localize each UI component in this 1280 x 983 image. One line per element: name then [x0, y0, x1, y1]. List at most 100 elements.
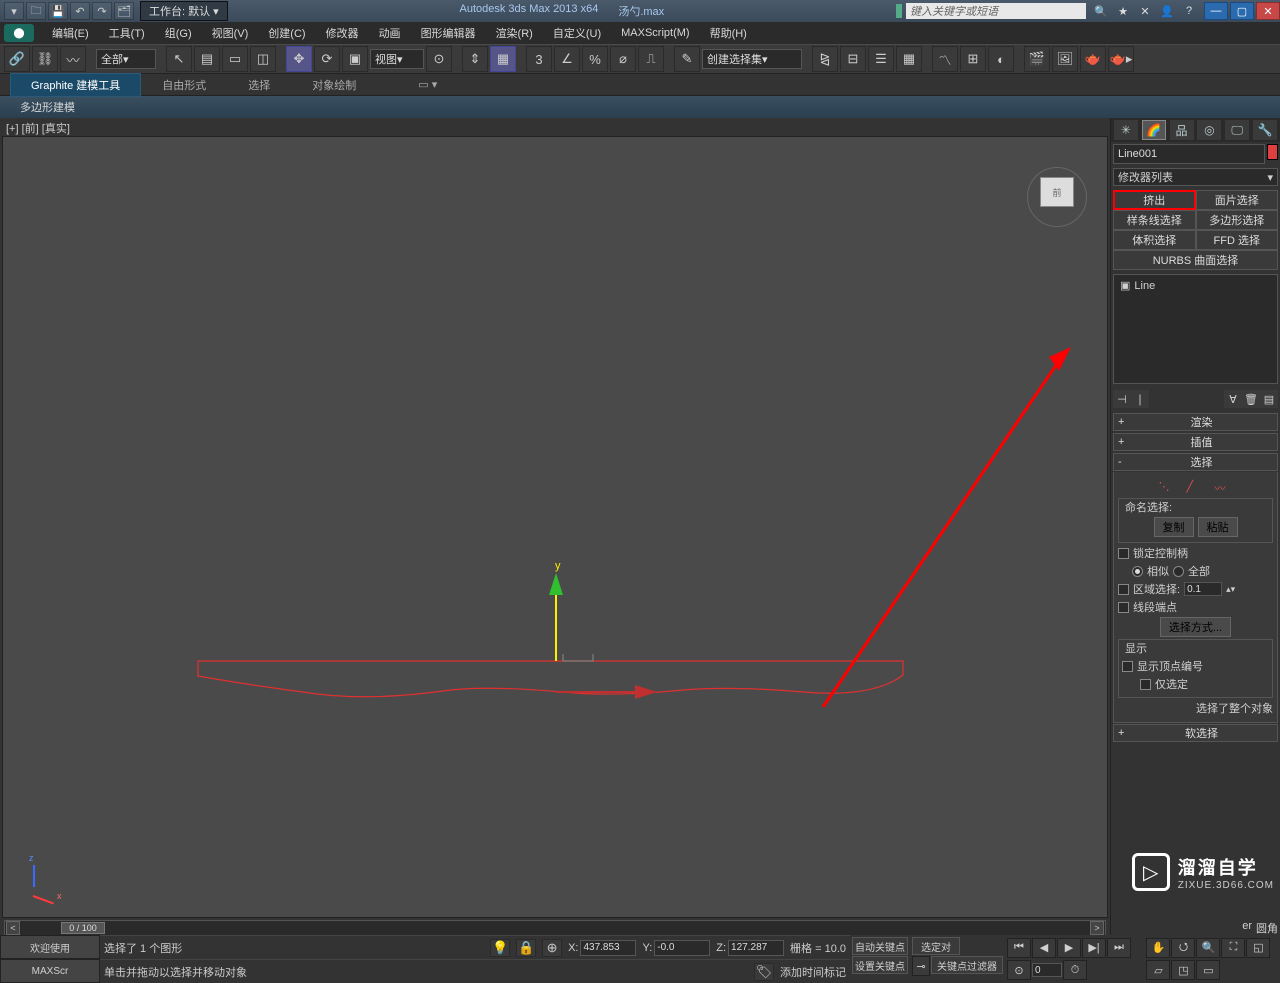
- autokey-button[interactable]: 自动关键点: [852, 937, 908, 955]
- project-icon[interactable]: 🗂: [114, 2, 134, 20]
- save-file-icon[interactable]: 💾: [48, 2, 68, 20]
- app-menu-icon[interactable]: ⬤: [4, 24, 34, 42]
- menu-grapheditor[interactable]: 图形编辑器: [411, 23, 486, 43]
- next-frame-icon[interactable]: ▶|: [1082, 938, 1106, 958]
- close-button[interactable]: ✕: [1256, 2, 1280, 20]
- rotate-icon[interactable]: ⟳: [314, 46, 340, 72]
- unlink-icon[interactable]: ⛓: [32, 46, 58, 72]
- signin-icon[interactable]: 👤: [1158, 3, 1176, 19]
- mirror-icon[interactable]: ⧎: [812, 46, 838, 72]
- viewport[interactable]: y 前 z x: [2, 136, 1108, 918]
- frame-input[interactable]: [1032, 963, 1062, 977]
- make-unique-icon[interactable]: ∀: [1224, 390, 1242, 408]
- add-marker-text[interactable]: 添加时间标记: [780, 964, 846, 980]
- menu-create[interactable]: 创建(C): [258, 23, 315, 43]
- tab-freeform[interactable]: 自由形式: [141, 73, 227, 97]
- named-selection-sets-dropdown[interactable]: 创建选择集 ▾: [702, 49, 802, 69]
- ref-coord-dropdown[interactable]: 视图 ▾: [370, 49, 424, 69]
- rollout-render[interactable]: +渲染: [1113, 413, 1278, 431]
- vertex-subobj-icon[interactable]: ⋱: [1159, 480, 1177, 494]
- search-input[interactable]: 键入关键字或短语: [906, 3, 1086, 19]
- rollout-softsel[interactable]: +软选择: [1113, 724, 1278, 742]
- tab-modify-icon[interactable]: 🌈: [1142, 120, 1166, 140]
- coord-y-input[interactable]: [654, 940, 710, 956]
- undo-icon[interactable]: ↶: [70, 2, 90, 20]
- keyboard-shortcut-icon[interactable]: ▦: [490, 46, 516, 72]
- show-vertnum-checkbox[interactable]: [1122, 661, 1133, 672]
- goto-end-icon[interactable]: ⏭: [1107, 938, 1131, 958]
- object-color-swatch[interactable]: [1267, 144, 1278, 160]
- ribbon-sub-polymodel[interactable]: 多边形建模: [10, 97, 85, 117]
- modifier-polysel-button[interactable]: 多边形选择: [1196, 210, 1279, 230]
- key-mode-icon[interactable]: ⊙: [1007, 960, 1031, 980]
- fov-icon[interactable]: ▱: [1146, 960, 1170, 980]
- select-name-icon[interactable]: ▤: [194, 46, 220, 72]
- redo-icon[interactable]: ↷: [92, 2, 112, 20]
- menu-animation[interactable]: 动画: [369, 23, 411, 43]
- object-name-input[interactable]: [1113, 144, 1265, 164]
- configure-sets-icon[interactable]: ▤: [1260, 390, 1278, 408]
- zoom-icon[interactable]: 🔍: [1196, 938, 1220, 958]
- similar-radio[interactable]: [1132, 566, 1143, 577]
- tab-graphite[interactable]: Graphite 建模工具: [10, 73, 141, 97]
- abs-rel-icon[interactable]: ⊕: [542, 939, 562, 957]
- render-last-icon[interactable]: 🫖▸: [1108, 46, 1134, 72]
- modifier-stack[interactable]: ▣ Line: [1113, 274, 1278, 384]
- maxscript-listener[interactable]: MAXScr: [0, 959, 100, 983]
- modifier-extrude-button[interactable]: 挤出: [1113, 190, 1196, 210]
- area-select-checkbox[interactable]: [1118, 584, 1129, 595]
- manip-icon[interactable]: ⇕: [462, 46, 488, 72]
- selected-obj-button[interactable]: 选定对: [912, 937, 960, 955]
- max-toggle-icon[interactable]: ◳: [1171, 960, 1195, 980]
- tab-create-icon[interactable]: ✳: [1114, 120, 1138, 140]
- tab-hierarchy-icon[interactable]: 品: [1170, 120, 1194, 140]
- welcome-button[interactable]: 欢迎使用: [0, 935, 100, 959]
- rect-select-icon[interactable]: ▭: [222, 46, 248, 72]
- setkey-button[interactable]: 设置关键点: [852, 956, 908, 974]
- favorite-icon[interactable]: ★: [1114, 3, 1132, 19]
- lock-handles-checkbox[interactable]: [1118, 548, 1129, 559]
- align-icon[interactable]: ⊟: [840, 46, 866, 72]
- menu-view[interactable]: 视图(V): [202, 23, 259, 43]
- prev-frame-icon[interactable]: ◀: [1032, 938, 1056, 958]
- material-editor-icon[interactable]: ◐: [988, 46, 1014, 72]
- select-method-button[interactable]: 选择方式...: [1160, 617, 1231, 637]
- segment-subobj-icon[interactable]: ╱: [1187, 480, 1205, 494]
- viewport-label[interactable]: [+] [前] [真实]: [0, 118, 1110, 136]
- workspace-selector[interactable]: 工作台: 默认 ▾: [140, 1, 228, 21]
- edged-snap-icon[interactable]: ⎍: [638, 46, 664, 72]
- pan-icon[interactable]: ✋: [1146, 938, 1170, 958]
- select-icon[interactable]: ↖: [166, 46, 192, 72]
- viewcube[interactable]: 前: [1027, 167, 1087, 227]
- schematic-icon[interactable]: ⊞: [960, 46, 986, 72]
- ribbon-expand-icon[interactable]: ▭ ▾: [397, 74, 458, 95]
- modifier-list-dropdown[interactable]: 修改器列表▾: [1113, 168, 1278, 186]
- time-next-icon[interactable]: >: [1090, 921, 1104, 935]
- help-icon[interactable]: ?: [1180, 3, 1198, 19]
- graphite-icon[interactable]: ▦: [896, 46, 922, 72]
- layer-icon[interactable]: ☰: [868, 46, 894, 72]
- render-setup-icon[interactable]: 🎬: [1024, 46, 1050, 72]
- all-radio[interactable]: [1173, 566, 1184, 577]
- move-icon[interactable]: ✥: [286, 46, 312, 72]
- infocenter-icon[interactable]: 🔍: [1092, 3, 1110, 19]
- rollout-select[interactable]: -选择: [1113, 453, 1278, 471]
- lock-selection-icon[interactable]: 💡: [490, 939, 510, 957]
- scale-icon[interactable]: ▣: [342, 46, 368, 72]
- render-frame-icon[interactable]: 🖼: [1052, 46, 1078, 72]
- goto-start-icon[interactable]: ⏮: [1007, 938, 1031, 958]
- play-icon[interactable]: ▶: [1057, 938, 1081, 958]
- exchange-icon[interactable]: ✕: [1136, 3, 1154, 19]
- menu-custom[interactable]: 自定义(U): [543, 23, 611, 43]
- coord-x-input[interactable]: [580, 940, 636, 956]
- selection-filter-dropdown[interactable]: 全部 ▾: [96, 49, 156, 69]
- menu-render[interactable]: 渲染(R): [486, 23, 543, 43]
- only-selected-checkbox[interactable]: [1140, 679, 1151, 690]
- pivot-icon[interactable]: ⊙: [426, 46, 452, 72]
- bind-icon[interactable]: 〰: [60, 46, 86, 72]
- menu-edit[interactable]: 编辑(E): [42, 23, 99, 43]
- modifier-facesel-button[interactable]: 面片选择: [1196, 190, 1279, 210]
- time-tag-icon[interactable]: 🏷: [754, 963, 774, 981]
- open-file-icon[interactable]: 🗀: [26, 2, 46, 20]
- named-sel-icon[interactable]: ✎: [674, 46, 700, 72]
